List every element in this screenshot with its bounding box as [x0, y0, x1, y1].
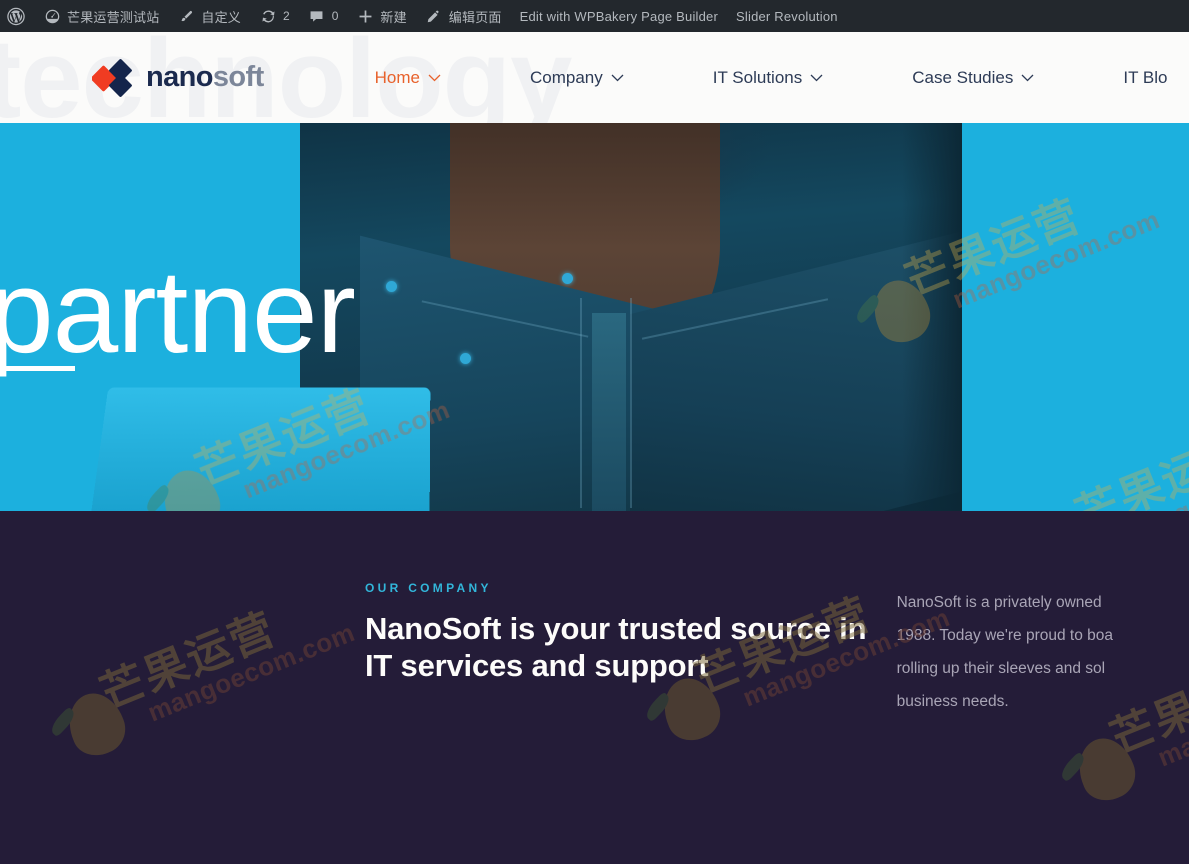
nav-item-case-studies-label: Case Studies	[912, 67, 1014, 87]
watermark: 芒果运营 mangoecom.com	[1034, 402, 1189, 511]
nav-item-company-label: Company	[530, 67, 603, 87]
chevron-down-icon	[1021, 74, 1034, 82]
company-paragraph-line: NanoSoft is a privately owned	[896, 594, 1102, 611]
nanosoft-x-mark-icon	[90, 58, 136, 98]
photo-collar-button	[386, 281, 397, 292]
nav-item-it-solutions-label: IT Solutions	[712, 67, 803, 87]
page-root: 芒果运营测试站 自定义 2 0 新建 编辑页面 Edit with WPBake…	[0, 0, 1189, 864]
wordpress-logo-icon	[7, 7, 25, 25]
company-title: NanoSoft is your trusted source in IT se…	[365, 611, 867, 683]
pencil-icon	[425, 7, 443, 25]
nav-item-home-label: Home	[374, 67, 420, 87]
company-eyebrow: OUR COMPANY	[365, 581, 492, 595]
company-left-column: OUR COMPANY NanoSoft is your trusted sou…	[365, 581, 897, 718]
company-content: OUR COMPANY NanoSoft is your trusted sou…	[0, 511, 1189, 718]
admin-bar-updates[interactable]: 2	[250, 0, 299, 32]
updates-icon	[259, 7, 277, 25]
site-header: technology nanosoft Home Company IT Solu…	[0, 32, 1189, 123]
photo-stitch	[580, 298, 582, 508]
admin-bar-edit-page-label: 编辑页面	[448, 9, 502, 25]
comment-bubble-icon	[308, 7, 326, 25]
admin-bar-new-content[interactable]: 新建	[347, 0, 415, 32]
site-logo[interactable]: nanosoft	[90, 58, 264, 98]
hero-headline: partner	[0, 246, 356, 378]
admin-bar-wpbakery-label: Edit with WPBakery Page Builder	[519, 8, 719, 24]
watermark-english-text: mangoecom.com	[948, 204, 1164, 315]
admin-bar-wpbakery-edit[interactable]: Edit with WPBakery Page Builder	[511, 0, 727, 32]
hero-laptop-screen	[91, 387, 431, 511]
mango-leaf-icon	[1057, 751, 1088, 783]
main-navigation: Home Company IT Solutions Case Studies I…	[375, 68, 1189, 88]
admin-bar-customize[interactable]: 自定义	[168, 0, 250, 32]
wp-admin-bar: 芒果运营测试站 自定义 2 0 新建 编辑页面 Edit with WPBake…	[0, 0, 1189, 32]
logo-text-nano: nano	[146, 61, 213, 93]
company-right-column: NanoSoft is a privately owned 1988. Toda…	[897, 581, 1189, 718]
nav-item-it-blog[interactable]: IT Blo	[1123, 68, 1167, 88]
admin-bar-site-name[interactable]: 芒果运营测试站	[34, 0, 168, 32]
photo-collar-button	[562, 273, 573, 284]
chevron-down-icon	[428, 74, 441, 82]
photo-stitch	[630, 298, 632, 508]
site-logo-text: nanosoft	[146, 61, 264, 94]
watermark-english-text: mangoecom.com	[1118, 439, 1189, 511]
admin-bar-site-name-label: 芒果运营测试站	[67, 9, 160, 25]
chevron-down-icon	[810, 74, 823, 82]
brush-icon	[177, 7, 195, 25]
nav-item-case-studies[interactable]: Case Studies	[912, 68, 1034, 88]
mango-fruit-icon	[1057, 730, 1143, 808]
photo-edge-shade	[902, 123, 962, 511]
admin-bar-customize-label: 自定义	[201, 9, 242, 25]
admin-bar-updates-count: 2	[283, 9, 290, 23]
chevron-down-icon	[611, 74, 624, 82]
admin-bar-slider-revolution[interactable]: Slider Revolution	[727, 0, 847, 32]
company-paragraph-line: 1988. Today we're proud to boa	[896, 626, 1113, 644]
watermark-chinese-text: 芒果运营	[1068, 426, 1189, 511]
plus-icon	[356, 7, 374, 25]
company-paragraph-line: rolling up their sleeves and sol	[896, 659, 1106, 677]
admin-bar-slider-revolution-label: Slider Revolution	[736, 8, 838, 24]
admin-bar-comments[interactable]: 0	[299, 0, 348, 32]
admin-bar-new-content-label: 新建	[380, 9, 407, 25]
nav-item-home[interactable]: Home	[375, 68, 441, 88]
hero-section: partner 芒果运营 mangoecom.com 芒果运营 mangoeco…	[0, 123, 1189, 511]
company-paragraph-line: business needs.	[896, 692, 1009, 710]
company-section: OUR COMPANY NanoSoft is your trusted sou…	[0, 511, 1189, 864]
photo-placket	[592, 313, 626, 511]
admin-bar-comments-count: 0	[331, 9, 339, 23]
dashboard-icon	[43, 7, 61, 25]
admin-bar-edit-page[interactable]: 编辑页面	[416, 0, 511, 32]
logo-text-soft: soft	[212, 61, 264, 93]
nav-item-company[interactable]: Company	[530, 68, 624, 88]
admin-bar-wordpress-logo[interactable]	[0, 0, 34, 32]
photo-shirt-button	[460, 353, 471, 364]
nav-item-it-blog-label: IT Blo	[1123, 67, 1168, 87]
nav-item-it-solutions[interactable]: IT Solutions	[713, 68, 823, 88]
hero-headline-underline	[0, 366, 75, 371]
